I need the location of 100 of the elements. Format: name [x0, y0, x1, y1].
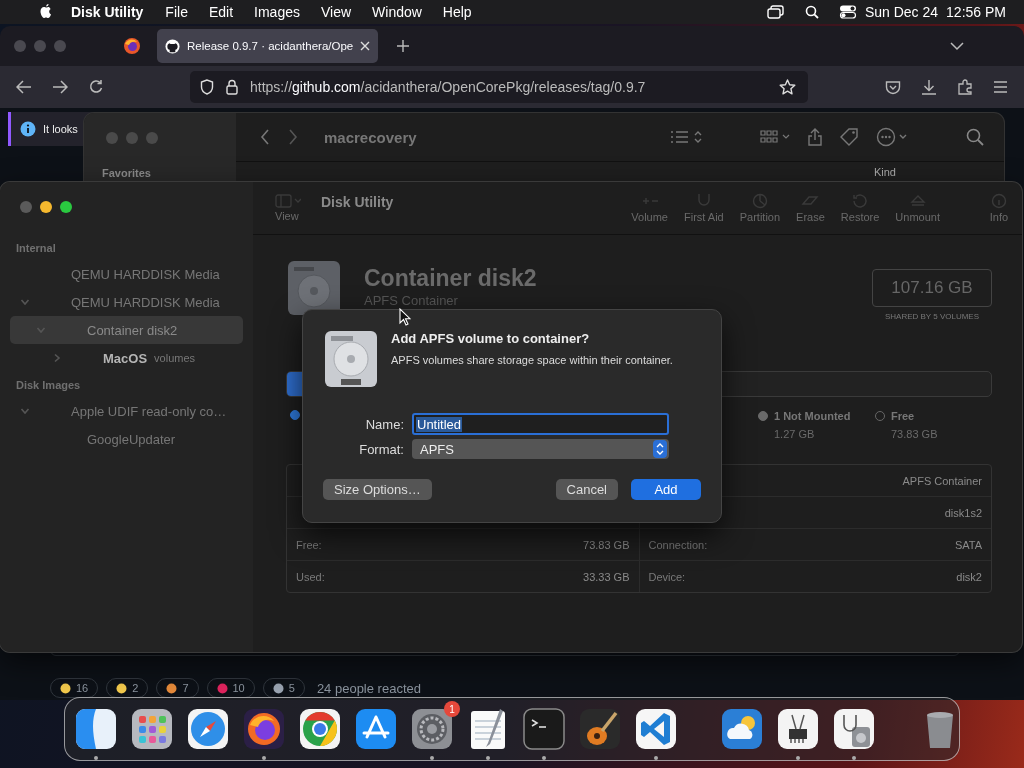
- info-value: 73.83 GB: [583, 538, 630, 551]
- share-icon[interactable]: [808, 128, 822, 146]
- sidebar-item[interactable]: Apple UDIF read-only co…: [10, 397, 243, 425]
- running-indicator: [486, 756, 490, 760]
- emoji-icon: [116, 682, 128, 694]
- grid-icon[interactable]: [130, 707, 174, 751]
- shield-icon: [200, 79, 214, 95]
- menu-item[interactable]: File: [165, 4, 188, 20]
- back-icon[interactable]: [16, 80, 32, 94]
- running-indicator: [430, 756, 434, 760]
- address-bar[interactable]: https://github.com/acidanthera/OpenCorePkg/releases/tag/0.9.7: [190, 71, 808, 103]
- cloud-sun-icon[interactable]: [720, 707, 764, 751]
- sidebar-item[interactable]: Container disk2: [10, 316, 243, 344]
- back-icon[interactable]: [260, 129, 270, 145]
- emoji-icon: [272, 682, 284, 694]
- toggles-icon[interactable]: [838, 5, 857, 19]
- info-value: SATA: [954, 538, 982, 551]
- running-indicator: [262, 756, 266, 760]
- toolbar-button[interactable]: Partition: [739, 193, 781, 223]
- info-value: APFS Container: [902, 474, 982, 487]
- info-value: 33.33 GB: [583, 570, 630, 583]
- ring-icon[interactable]: [298, 707, 342, 751]
- menu-item[interactable]: Edit: [208, 4, 234, 20]
- reload-icon[interactable]: [88, 79, 104, 95]
- search-icon[interactable]: [804, 5, 819, 19]
- dialog-message: APFS volumes share storage space within their container.: [391, 354, 673, 366]
- toolbar-button[interactable]: Erase: [796, 193, 825, 223]
- toolbar-button[interactable]: Unmount: [895, 193, 940, 223]
- info-icon: [20, 121, 36, 137]
- format-dropdown[interactable]: APFS: [412, 439, 669, 459]
- gear-icon[interactable]: [410, 707, 454, 751]
- pocket-icon[interactable]: [885, 79, 901, 95]
- download-icon[interactable]: [921, 79, 937, 95]
- sidebar-heading: Internal: [15, 241, 57, 256]
- sidebar-item[interactable]: MacOS volumes: [10, 344, 243, 372]
- dialog-button[interactable]: Cancel: [555, 479, 618, 500]
- dialog-button[interactable]: Size Options…: [323, 479, 432, 500]
- browser-tab[interactable]: Release 0.9.7 · acidanthera/Ope: [157, 29, 379, 63]
- info-label: Used:: [296, 570, 325, 583]
- more-icon[interactable]: [876, 127, 908, 147]
- compass-icon[interactable]: [186, 707, 230, 751]
- hard-drive-icon: [323, 329, 379, 389]
- chevron-down-icon[interactable]: [950, 41, 964, 51]
- name-field[interactable]: Untitled: [412, 413, 669, 435]
- apple-icon[interactable]: [39, 4, 53, 20]
- info-value: disk2: [956, 570, 982, 583]
- emoji-icon: [166, 682, 178, 694]
- legend-label: 1 Not Mounted: [774, 410, 851, 422]
- legend-value: 73.83 GB: [891, 428, 939, 440]
- sidebar-toggle-icon: [275, 194, 301, 208]
- notification-text: It looks: [43, 123, 78, 135]
- puzzle-icon[interactable]: [957, 79, 973, 95]
- legend-value: 1.27 GB: [774, 428, 816, 440]
- star-icon[interactable]: [779, 79, 796, 95]
- menu-item[interactable]: Help: [442, 4, 472, 20]
- menu-item[interactable]: Images: [254, 4, 300, 20]
- column-header[interactable]: Kind: [873, 166, 896, 178]
- chip-icon[interactable]: [776, 707, 820, 751]
- cursor-icon: [399, 308, 411, 326]
- shared-label: SHARED BY 5 VOLUMES: [884, 312, 980, 321]
- windows-icon[interactable]: [766, 5, 785, 19]
- field-label: Format:: [358, 441, 404, 457]
- lock-icon: [226, 79, 238, 95]
- info-value: disk1s2: [944, 506, 982, 519]
- close-icon[interactable]: [360, 41, 371, 51]
- guitar-icon[interactable]: [578, 707, 622, 751]
- stethoscope-icon[interactable]: [832, 707, 876, 751]
- zoom-light[interactable]: [60, 201, 72, 213]
- new-tab-icon[interactable]: [396, 39, 411, 53]
- item-note: volumes: [154, 352, 196, 364]
- menu-date[interactable]: Sun Dec 24: [864, 4, 939, 20]
- app-menu[interactable]: Disk Utility: [71, 4, 144, 20]
- list-view-icon[interactable]: [670, 129, 702, 145]
- running-indicator: [852, 756, 856, 760]
- field-label: Name:: [364, 416, 404, 432]
- container-name: Container disk2: [364, 265, 537, 292]
- globe-icon[interactable]: [123, 37, 141, 55]
- menu-icon[interactable]: [993, 81, 1008, 93]
- emoji-icon: [216, 682, 228, 694]
- toolbar-button[interactable]: Volume: [631, 193, 668, 223]
- grid-view-icon[interactable]: [760, 129, 790, 145]
- toolbar-button[interactable]: Info: [988, 193, 1010, 223]
- sidebar-item[interactable]: QEMU HARDDISK Media: [10, 288, 243, 316]
- add-button[interactable]: Add: [631, 479, 701, 500]
- url-text: https://github.com/acidanthera/OpenCorePkg/releases/tag/0.9.7: [250, 79, 646, 95]
- window-title: macrecovery: [324, 128, 417, 146]
- two-tone-square-icon[interactable]: [74, 707, 118, 751]
- sidebar-item[interactable]: QEMU HARDDISK Media: [10, 260, 243, 288]
- terminal-icon[interactable]: [522, 707, 566, 751]
- tag-icon[interactable]: [840, 128, 858, 146]
- menu-item[interactable]: View: [320, 4, 352, 20]
- minimize-light[interactable]: [40, 201, 52, 213]
- menu-time[interactable]: 12:56 PM: [946, 4, 1006, 20]
- sidebar-item[interactable]: GoogleUpdater: [10, 425, 243, 453]
- menu-item[interactable]: Window: [372, 4, 422, 20]
- info-label: Free:: [296, 538, 322, 551]
- ribbon-icon[interactable]: [634, 707, 678, 751]
- toolbar-button[interactable]: Restore: [840, 193, 880, 223]
- forward-icon[interactable]: [52, 80, 68, 94]
- globe-icon[interactable]: [242, 707, 286, 751]
